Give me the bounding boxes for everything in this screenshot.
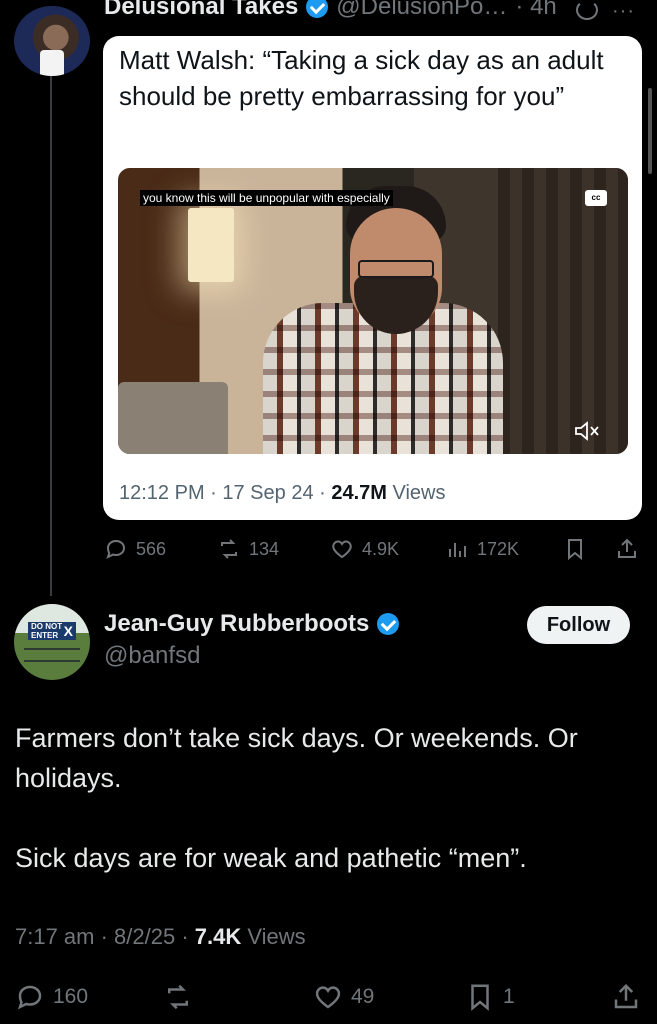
reply-count: 160 xyxy=(53,985,89,1008)
views-count: 172K xyxy=(477,538,520,559)
quoted-time-ago: · 4h xyxy=(515,0,557,20)
like-count: 49 xyxy=(351,985,375,1008)
reply-icon xyxy=(106,539,126,559)
tweet-paragraph-1: Farmers don’t take sick days. Or weekend… xyxy=(15,723,578,793)
avatar-fence xyxy=(24,648,80,662)
more-options-icon[interactable]: ··· xyxy=(612,0,635,23)
views-button[interactable]: 172K xyxy=(445,537,563,561)
quote-card[interactable]: Matt Walsh: “Taking a sick day as an adu… xyxy=(103,36,642,520)
quote-views-count: 24.7M xyxy=(331,482,387,504)
share-icon xyxy=(614,983,638,1009)
author-name[interactable]: Jean-Guy Rubberboots xyxy=(104,610,369,638)
tweet-actions: 160 49 1 xyxy=(15,980,643,1014)
quoted-author-avatar[interactable] xyxy=(14,6,90,76)
chair-image xyxy=(118,382,228,454)
like-count: 4.9K xyxy=(362,538,400,559)
author-handle[interactable]: @banfsd xyxy=(104,642,200,670)
heart-icon xyxy=(315,986,341,1009)
bookmark-button[interactable] xyxy=(563,537,615,561)
analytics-icon xyxy=(449,543,466,557)
scrollbar[interactable] xyxy=(648,88,652,174)
avatar-sign-text: DO NOT ENTER xyxy=(31,622,63,640)
grok-icon[interactable] xyxy=(576,0,598,20)
quote-meta: 12:12 PM · 17 Sep 24 · 24.7M Views xyxy=(119,482,445,505)
curtain-image xyxy=(498,168,628,454)
closed-captions-icon[interactable]: cc xyxy=(585,190,607,206)
like-button[interactable]: 4.9K xyxy=(330,537,445,561)
reply-icon xyxy=(17,985,42,1010)
repost-icon xyxy=(221,539,237,559)
tweet-body: Farmers don’t take sick days. Or weekend… xyxy=(15,718,635,878)
thread-connector-line xyxy=(50,76,52,596)
tweet-views-count: 7.4K xyxy=(194,924,242,949)
quote-timestamp: 12:12 PM · 17 Sep 24 · xyxy=(119,482,332,504)
repost-button[interactable] xyxy=(163,980,201,1014)
bookmark-button[interactable]: 1 xyxy=(465,980,515,1014)
reply-count: 566 xyxy=(136,538,167,559)
repost-count: 134 xyxy=(249,538,280,559)
quoted-tweet-actions: 566 134 4.9K 172K xyxy=(104,534,644,564)
bookmark-icon xyxy=(568,539,582,561)
author-avatar[interactable]: DO NOT ENTER X xyxy=(14,604,90,680)
reply-button[interactable]: 160 xyxy=(15,980,88,1014)
quoted-tweet-header: Delusional Takes @DelusionPo… · 4h xyxy=(104,0,557,22)
tweet-views-label: Views xyxy=(241,924,306,949)
quote-views-label: Views xyxy=(386,482,446,504)
share-icon xyxy=(618,538,636,558)
tweet-paragraph-2: Sick days are for weak and pathetic “men… xyxy=(15,843,527,873)
video-caption: you know this will be unpopular with esp… xyxy=(140,190,393,206)
quoted-author-name[interactable]: Delusional Takes xyxy=(104,0,298,21)
bookmark-count: 1 xyxy=(503,985,515,1008)
tweet-timestamp[interactable]: 7:17 am · 8/2/25 · xyxy=(15,924,195,949)
muted-speaker-icon[interactable] xyxy=(573,420,603,442)
video-player[interactable]: you know this will be unpopular with esp… xyxy=(118,168,628,454)
like-button[interactable]: 49 xyxy=(313,980,374,1014)
lamp-image xyxy=(188,208,234,282)
share-button[interactable] xyxy=(611,980,641,1014)
heart-icon xyxy=(332,540,352,559)
avatar-sign: DO NOT ENTER X xyxy=(28,622,76,640)
repost-button[interactable]: 134 xyxy=(217,537,330,561)
tweet-meta: 7:17 am · 8/2/25 · 7.4K Views xyxy=(15,924,306,950)
follow-button[interactable]: Follow xyxy=(527,606,630,644)
person-glasses-image xyxy=(358,260,434,278)
avatar-sign-x: X xyxy=(63,623,73,639)
verified-badge-icon xyxy=(377,613,400,635)
share-button[interactable] xyxy=(615,537,639,561)
repost-icon xyxy=(168,984,188,1010)
reply-button[interactable]: 566 xyxy=(104,537,217,561)
author-name-row: Jean-Guy Rubberboots xyxy=(104,610,400,638)
quote-text: Matt Walsh: “Taking a sick day as an adu… xyxy=(119,45,604,111)
quoted-author-handle[interactable]: @DelusionPo… xyxy=(336,0,507,21)
verified-badge-icon xyxy=(306,0,329,18)
bookmark-icon xyxy=(471,984,489,1011)
